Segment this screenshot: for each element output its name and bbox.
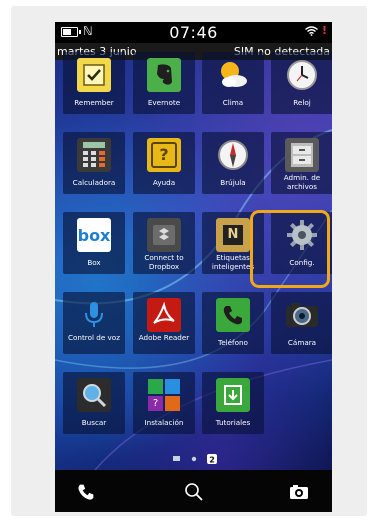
app-label: Brújula [220,178,246,187]
page-indicator[interactable]: 2 [55,450,332,465]
app-admin-archivos[interactable]: Admin. de archivos [271,132,332,194]
app-label: Calculadora [72,178,116,187]
app-label: Box [87,258,101,267]
app-label: Tutoriales [215,418,251,427]
app-control-voz[interactable]: Control de voz [63,292,125,354]
setup-help-tile: ? [148,396,163,411]
weather-icon [216,58,250,92]
app-label: Cámara [287,338,317,347]
dropbox-icon [147,218,181,252]
status-bar: ℕ 07:46 ! [55,22,332,43]
app-brujula[interactable]: Brújula [202,132,264,194]
app-label: Connect to Dropbox [144,253,184,271]
calculator-icon [77,138,111,172]
tutorials-icon [216,378,250,412]
setup-icon: ? [147,378,181,412]
app-remember[interactable]: Remember [63,52,125,114]
app-ayuda[interactable]: ? Ayuda [133,132,195,194]
app-label: Ayuda [152,178,176,187]
microphone-icon [77,298,111,332]
app-label: Clima [222,98,244,107]
phone-icon [216,298,250,332]
app-label: Teléfono [218,338,248,347]
app-label: Instalación [144,418,184,427]
camera-icon[interactable] [289,484,309,500]
wifi-icon [305,26,318,36]
setup-gear-tile [165,396,180,411]
app-label: Control de voz [68,333,120,342]
help-icon: ? [147,138,181,172]
page-dot [191,456,196,462]
app-label: Adobe Reader [138,333,190,342]
app-reloj[interactable]: Reloj [271,52,332,114]
app-clima[interactable]: Clima [202,52,264,114]
app-connect-dropbox[interactable]: Connect to Dropbox [133,212,195,274]
app-buscar[interactable]: Buscar [63,372,125,434]
hub-page-icon [172,456,180,461]
remember-icon [77,58,111,92]
current-page-number: 2 [209,456,215,465]
app-adobe-reader[interactable]: Adobe Reader [133,292,195,354]
app-label: Reloj [293,98,311,107]
adobe-reader-icon [147,298,181,332]
file-manager-icon [285,138,319,172]
app-telefono[interactable]: Teléfono [202,292,264,354]
clock-icon [285,58,319,92]
page-dots: 2 [172,454,217,465]
setup-wifi-tile [148,379,163,394]
camera-icon [285,298,319,332]
search-icon[interactable] [184,482,204,502]
setup-tiles: ? [148,379,180,411]
box-glyph: box [77,225,111,245]
app-label: Remember [74,98,114,107]
app-calculadora[interactable]: Calculadora [63,132,125,194]
smart-tags-glyph: N [223,225,243,245]
compass-icon [216,138,250,172]
setup-display-tile [165,379,180,394]
app-tutoriales[interactable]: Tutoriales [202,372,264,434]
status-time: 07:46 [169,23,218,42]
app-label: Evernote [147,98,181,107]
app-camara[interactable]: Cámara [271,292,332,354]
phone-call-icon[interactable] [77,483,95,501]
app-evernote[interactable]: Evernote [133,52,195,114]
app-label: Admin. de archivos [283,173,321,191]
app-box[interactable]: box Box [63,212,125,274]
bottom-dock [55,470,332,512]
app-instalacion[interactable]: ? Instalación [133,372,195,434]
app-label: Buscar [81,418,107,427]
evernote-icon [147,58,181,92]
alert-icon: ! [321,24,327,37]
help-glyph: ? [151,142,177,168]
box-icon: box [77,218,111,252]
search-icon [77,378,111,412]
smart-tags-icon: N [216,218,250,252]
config-highlight [250,210,330,288]
